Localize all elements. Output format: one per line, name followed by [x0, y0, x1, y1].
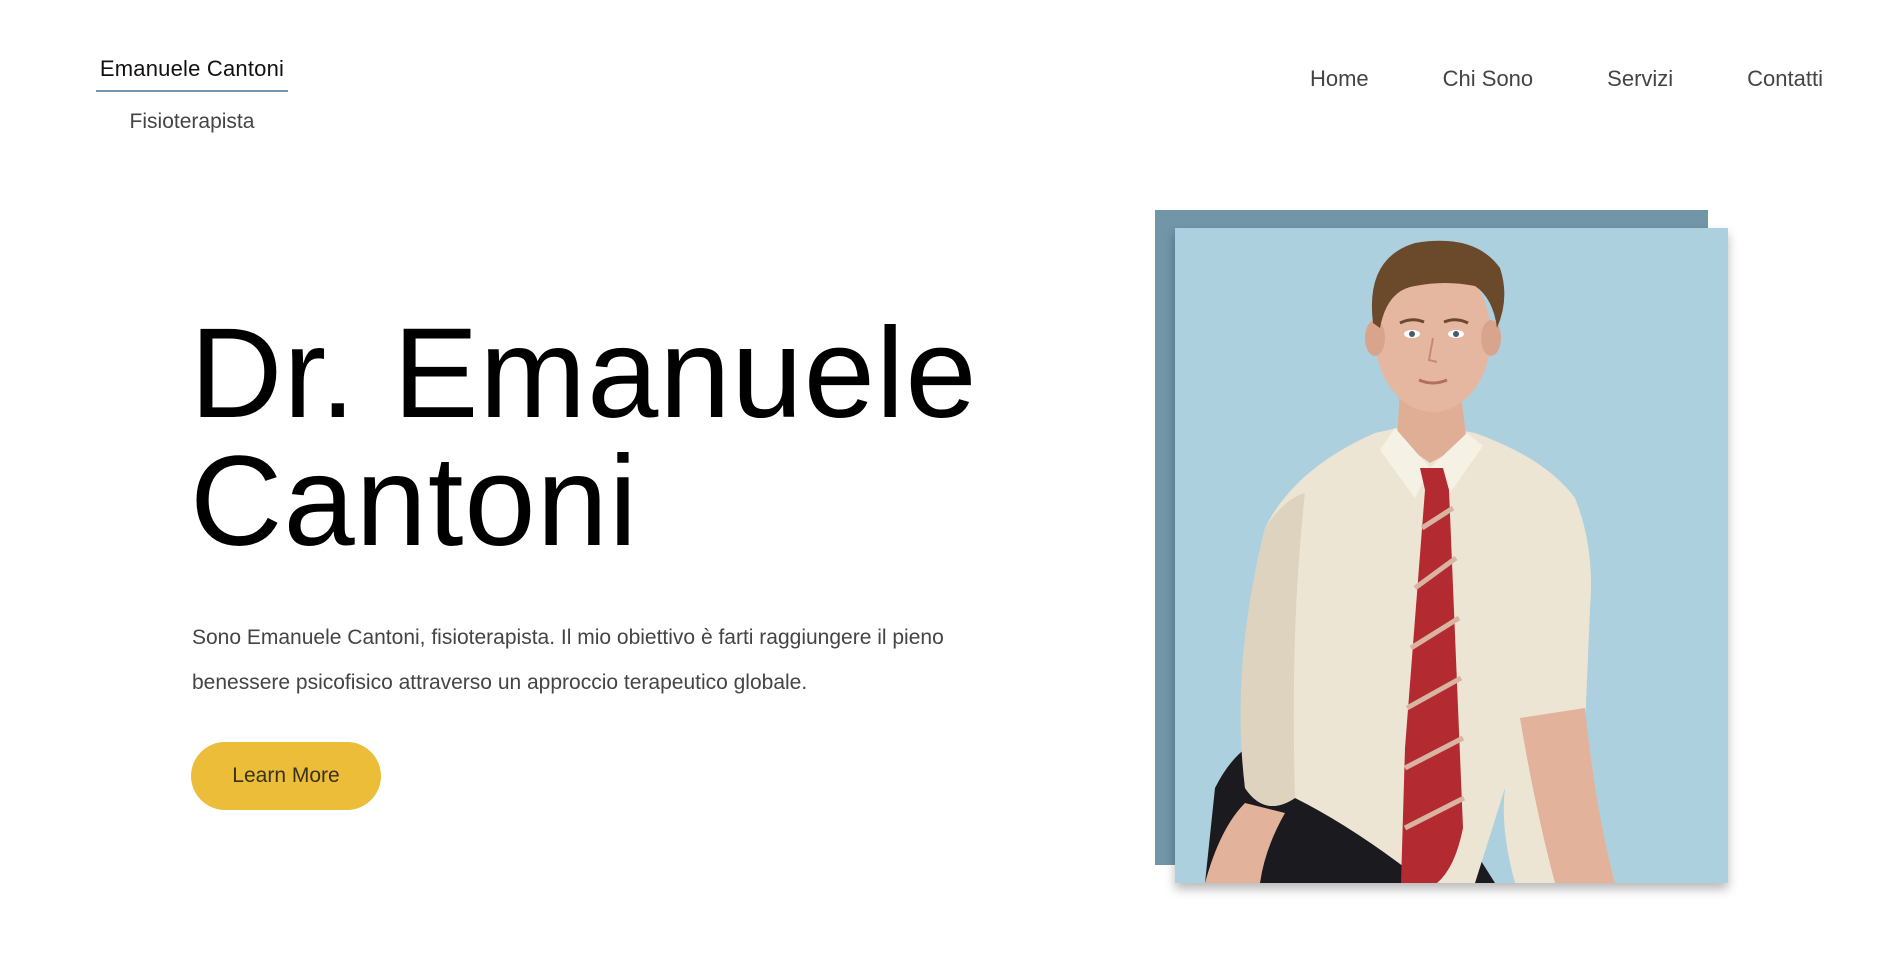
nav-item-home[interactable]: Home [1310, 66, 1369, 92]
nav-item-servizi[interactable]: Servizi [1607, 66, 1673, 92]
hero-title: Dr. Emanuele Cantoni [190, 310, 978, 566]
hero-description: Sono Emanuele Cantoni, fisioterapista. I… [192, 626, 944, 694]
brand[interactable]: Emanuele Cantoni Fisioterapista [96, 56, 288, 134]
learn-more-button[interactable]: Learn More [191, 742, 381, 810]
site-title[interactable]: Emanuele Cantoni [96, 56, 288, 92]
main-nav: Home Chi Sono Servizi Contatti [1310, 66, 1823, 92]
nav-item-chi-sono[interactable]: Chi Sono [1443, 66, 1534, 92]
hero-title-line-1: Dr. Emanuele [190, 302, 978, 445]
hero-title-line-2: Cantoni [190, 430, 639, 573]
portrait-illustration [1205, 240, 1615, 883]
site-subtitle: Fisioterapista [129, 110, 255, 133]
portrait-photo [1175, 228, 1728, 883]
nav-item-contatti[interactable]: Contatti [1747, 66, 1823, 92]
